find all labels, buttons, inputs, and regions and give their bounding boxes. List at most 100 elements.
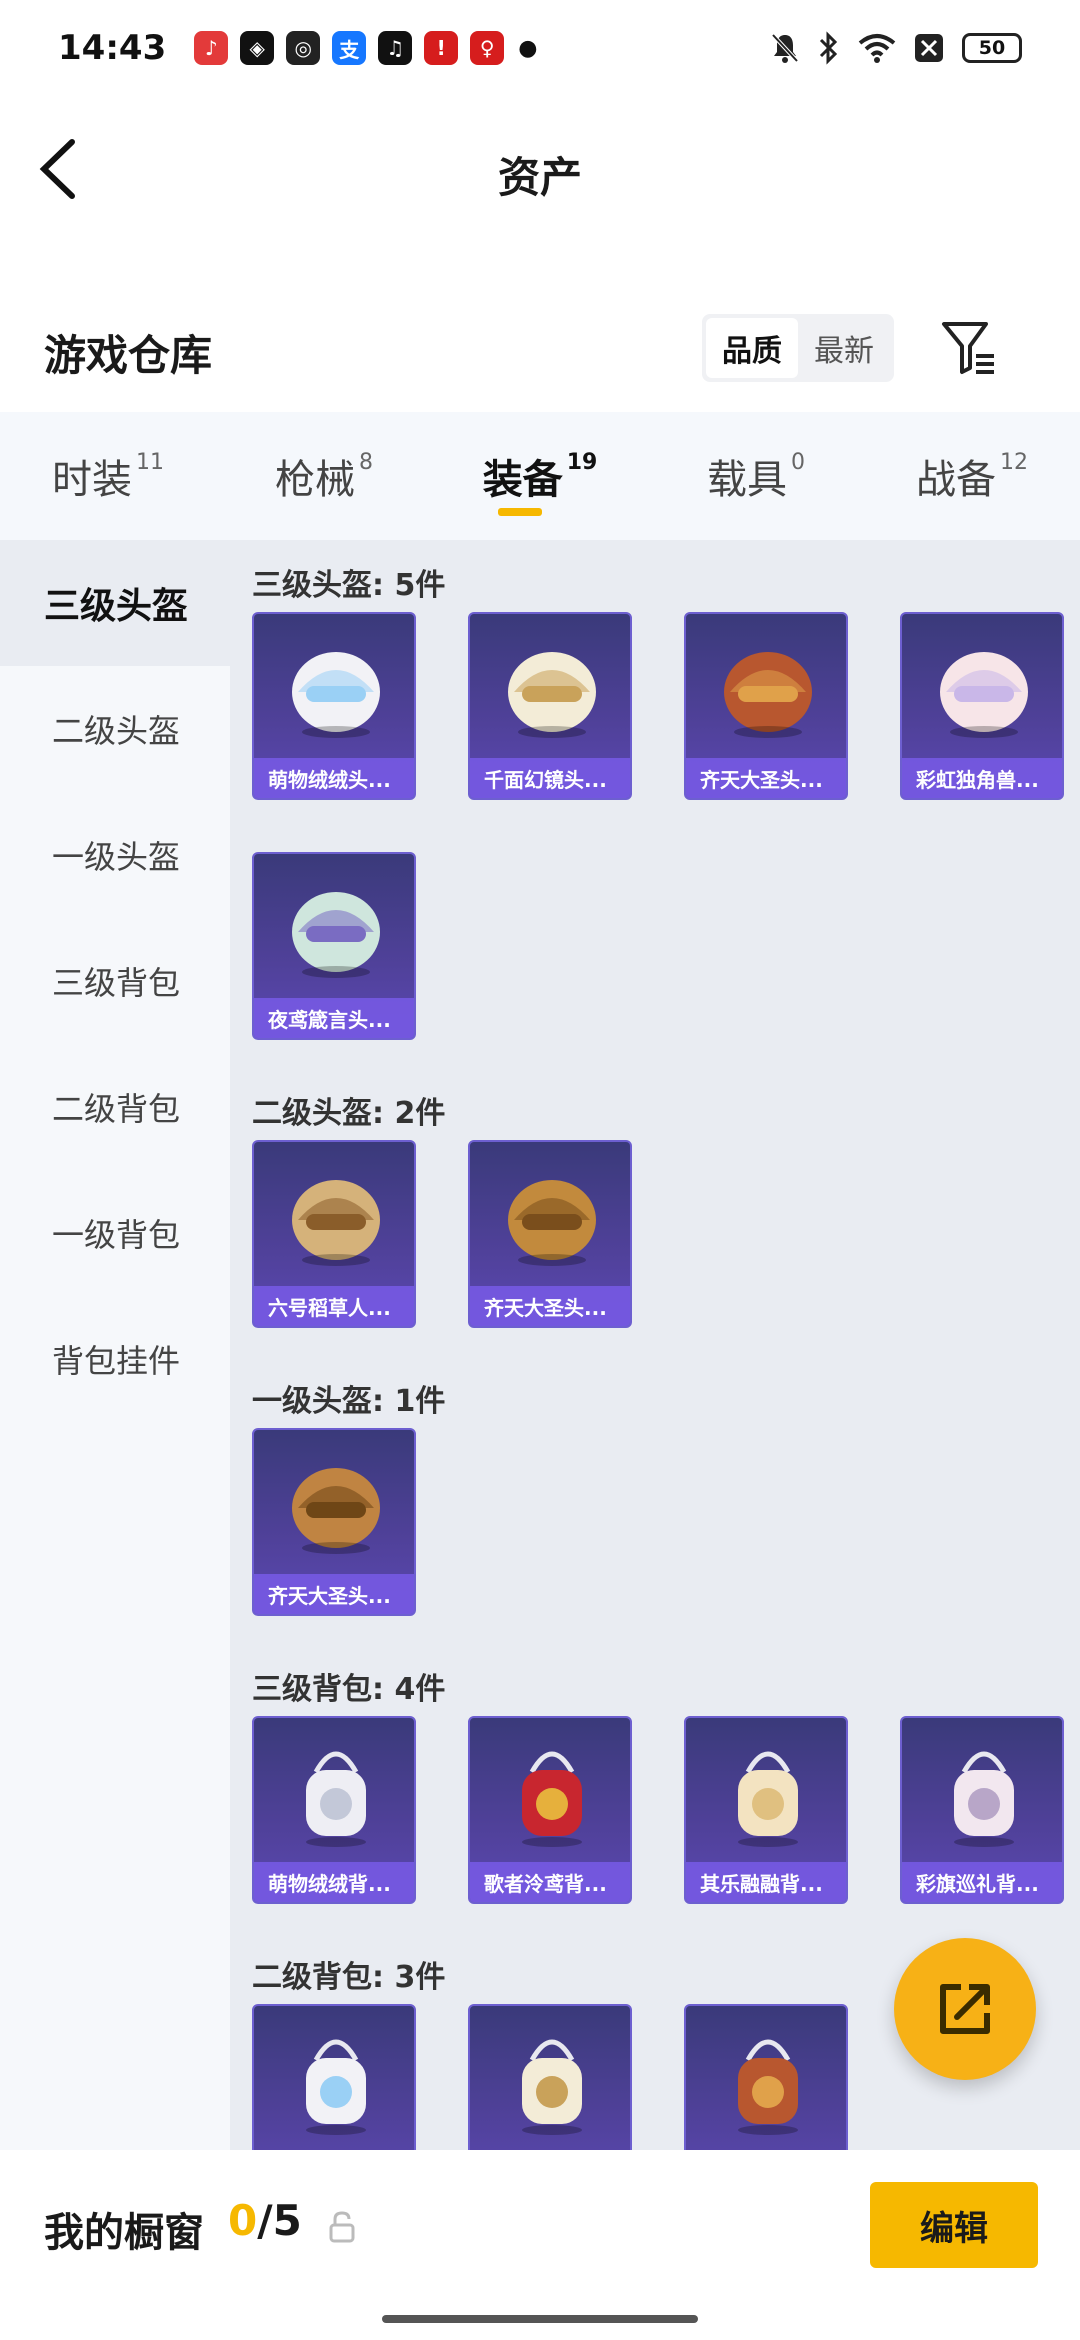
group-title: 二级头盔: 2件	[252, 1096, 446, 1131]
tab-4[interactable]: 战备 12	[864, 412, 1080, 540]
backpack-icon	[924, 1732, 1044, 1852]
music-app-icon: ♪	[194, 31, 229, 65]
item-card[interactable]: 其乐融融背...	[684, 1716, 848, 1904]
tiktok-app-icon: ♫	[378, 31, 413, 65]
mute-icon	[771, 33, 799, 63]
sidebar-item[interactable]: 背包挂件	[0, 1296, 230, 1422]
battery-icon: 50	[962, 33, 1022, 63]
item-name: 齐天大圣头...	[254, 1574, 414, 1614]
showcase-count: 0/5	[228, 2196, 302, 2245]
sidebar-item[interactable]: 三级头盔	[0, 540, 230, 666]
backpack-icon	[708, 2020, 828, 2140]
item-card[interactable]: 彩虹独角兽...	[900, 612, 1064, 800]
showcase-bar: 我的橱窗 0/5 编辑	[0, 2150, 1080, 2340]
warehouse-title: 游戏仓库	[44, 331, 213, 380]
item-card[interactable]: 六号稻草人...	[252, 1140, 416, 1328]
group-title: 三级头盔: 5件	[252, 568, 446, 603]
item-name: 其乐融融背...	[686, 1862, 846, 1902]
edit-button[interactable]: 编辑	[870, 2182, 1038, 2268]
status-app-icons: ♪ ◈ ◎ 支 ♫! ♀	[194, 31, 505, 65]
item-card[interactable]: 千面幻镜头...	[468, 612, 632, 800]
helmet-icon	[276, 1156, 396, 1276]
body-area: 三级头盔 二级头盔 一级头盔 三级背包 二级背包 一级背包 背包挂件 三级头盔: 5件萌物绒…	[0, 540, 1080, 2150]
tab-count: 8	[359, 449, 373, 475]
helmet-icon	[708, 628, 828, 748]
item-grid: 萌物绒绒头... 千面幻镜头... 齐天大圣头... 彩虹独角兽... 夜鸢箴言头...	[252, 612, 1072, 1040]
backpack-icon	[492, 1732, 612, 1852]
red2-app-icon: ♀	[470, 31, 505, 65]
warehouse-row: 游戏仓库 品质 最新	[0, 300, 1080, 410]
item-name: 千面幻镜头...	[470, 758, 630, 798]
showcase-total: /5	[257, 2196, 302, 2245]
sort-newest-button[interactable]: 最新	[798, 318, 890, 378]
item-name: 歌者泠鸢背...	[470, 1862, 630, 1902]
tab-count: 12	[1000, 449, 1028, 475]
status-indicators: 50	[770, 31, 1022, 65]
item-card[interactable]: 萌物绒绒背...	[252, 1716, 416, 1904]
tab-label: 枪械	[275, 457, 355, 503]
more-dot-icon: ●	[518, 35, 538, 61]
header: 资产	[0, 96, 1080, 246]
tab-active-underline	[498, 508, 542, 516]
share-fab-button[interactable]	[894, 1938, 1036, 2080]
page-title: 资产	[497, 153, 582, 202]
item-name: 夜鸢箴言头...	[254, 998, 414, 1038]
tab-2[interactable]: 装备 19	[432, 412, 648, 540]
sidebar-item[interactable]: 二级头盔	[0, 666, 230, 792]
bluetooth-icon	[819, 31, 838, 65]
sidebar-item[interactable]: 二级背包	[0, 1044, 230, 1170]
alipay-app-icon: 支	[332, 31, 367, 65]
tab-count: 0	[791, 449, 805, 475]
lock-icon	[329, 2211, 355, 2243]
filter-icon[interactable]	[940, 316, 1000, 380]
sort-toggle: 品质 最新	[702, 314, 894, 382]
helmet-icon	[276, 1444, 396, 1564]
item-card[interactable]: 齐天大圣头...	[684, 612, 848, 800]
item-name: 彩旗巡礼背...	[902, 1862, 1062, 1902]
tab-0[interactable]: 时装 11	[0, 412, 216, 540]
item-name: 齐天大圣头...	[686, 758, 846, 798]
item-card[interactable]: 六号稻草人...	[468, 2004, 632, 2150]
category-tabs: 时装 11 枪械 8 装备 19 载具 0 战备 12	[0, 412, 1080, 540]
item-card[interactable]: 齐天大圣头...	[468, 1140, 632, 1328]
item-card[interactable]: 彩旗巡礼背...	[900, 1716, 1064, 1904]
tab-3[interactable]: 载具 0	[648, 412, 864, 540]
item-card[interactable]: 萌物绒绒头...	[252, 612, 416, 800]
helmet-icon	[276, 868, 396, 988]
backpack-icon	[492, 2020, 612, 2140]
sim-icon	[915, 34, 943, 62]
sidebar-item[interactable]: 三级背包	[0, 918, 230, 1044]
item-card[interactable]: 齐天大圣头...	[252, 1428, 416, 1616]
sidebar-item[interactable]: 一级背包	[0, 1170, 230, 1296]
item-grid: 六号稻草人... 齐天大圣头...	[252, 1140, 1072, 1328]
item-card[interactable]: 其乐融融背...	[252, 2004, 416, 2150]
item-card[interactable]: 歌者泠鸢背...	[468, 1716, 632, 1904]
tab-label: 战备	[916, 457, 996, 503]
item-card[interactable]: 夜鸢箴言头...	[252, 852, 416, 1040]
item-name: 六号稻草人...	[254, 1286, 414, 1326]
home-indicator[interactable]	[382, 2315, 698, 2323]
wifi-icon	[858, 34, 896, 63]
backpack-icon	[708, 1732, 828, 1852]
sidebar-item[interactable]: 一级头盔	[0, 792, 230, 918]
item-grid: 萌物绒绒背... 歌者泠鸢背... 其乐融融背... 彩旗巡礼背...	[252, 1716, 1072, 1904]
item-grid: 齐天大圣头...	[252, 1428, 1072, 1616]
tab-1[interactable]: 枪械 8	[216, 412, 432, 540]
item-name: 齐天大圣头...	[470, 1286, 630, 1326]
showcase-current: 0	[228, 2196, 258, 2245]
share-external-icon	[940, 1984, 990, 2034]
item-card[interactable]: 彩旗巡礼背...	[684, 2004, 848, 2150]
tab-label: 时装	[52, 457, 132, 503]
item-name: 萌物绒绒背...	[254, 1862, 414, 1902]
red-app-icon: !	[424, 31, 459, 65]
backpack-icon	[276, 2020, 396, 2140]
tab-label: 装备	[482, 457, 563, 503]
sort-quality-button[interactable]: 品质	[706, 318, 798, 378]
tab-count: 19	[566, 449, 598, 475]
item-list: 三级头盔: 5件萌物绒绒头... 千面幻镜头... 齐天大圣头... 彩虹独角兽...…	[230, 540, 1080, 2150]
group-title: 三级背包: 4件	[252, 1672, 446, 1707]
helmet-icon	[924, 628, 1044, 748]
showcase-title: 我的橱窗	[44, 2210, 204, 2256]
status-bar: 14:43 ♪ ◈ ◎ 支 ♫! ♀ ● 50	[0, 0, 1080, 96]
status-time: 14:43	[58, 28, 167, 68]
